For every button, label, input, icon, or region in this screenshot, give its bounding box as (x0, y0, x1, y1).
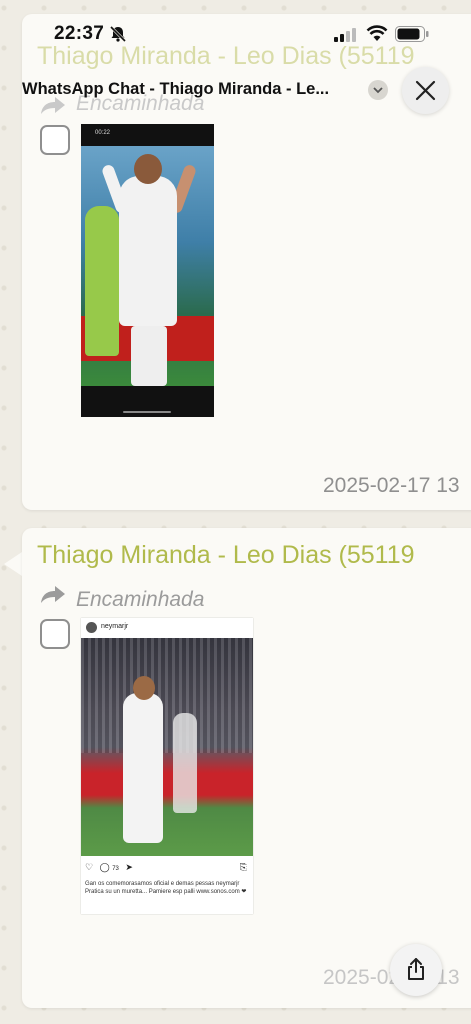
post-caption: Gan os comemorasamos oficial e demas pes… (85, 881, 247, 895)
player-head (133, 676, 155, 700)
select-checkbox[interactable] (40, 619, 70, 649)
bubble-tail (4, 552, 22, 576)
sender-name: Thiago Miranda - Leo Dias (55119 (37, 541, 415, 569)
comment-icon: ◯ (99, 862, 110, 872)
player-figure (123, 693, 163, 843)
post-photo (81, 638, 253, 856)
story-photo (81, 146, 214, 386)
message-timestamp: 2025-02-17 13 (323, 474, 460, 497)
like-count: 73 (112, 866, 119, 872)
stadium-crowd (81, 638, 253, 753)
status-time: 22:37 (54, 23, 105, 44)
send-icon: ➤ (125, 862, 133, 872)
player-figure (173, 713, 197, 813)
story-image[interactable]: 00:22 (81, 124, 214, 417)
select-checkbox[interactable] (40, 125, 70, 155)
preview-header (0, 62, 471, 118)
home-indicator (123, 411, 171, 413)
wifi-icon (366, 25, 388, 41)
story-time: 00:22 (95, 130, 111, 136)
post-header: neymarjr (81, 618, 253, 638)
forward-arrow-icon (41, 586, 65, 603)
post-username: neymarjr (101, 623, 129, 630)
player-legs (131, 326, 167, 386)
share-button[interactable] (390, 944, 442, 996)
bell-slash-icon (109, 25, 127, 43)
forwarded-label: Encaminhada (76, 588, 205, 611)
player-figure (119, 176, 177, 326)
player-head (134, 154, 162, 184)
battery-icon (395, 26, 429, 42)
story-status-bar: 00:22 (81, 124, 214, 146)
status-bar: 22:37 (0, 0, 471, 62)
share-icon (408, 958, 424, 980)
instagram-post-image[interactable]: neymarjr ♡ ◯ 73 ➤ ⎘ Gan os comemorasamos… (81, 618, 253, 914)
heart-icon: ♡ (85, 862, 94, 872)
signal-icon (334, 28, 356, 42)
post-actions: ♡ ◯ 73 ➤ ⎘ (85, 862, 249, 876)
bookmark-icon: ⎘ (239, 862, 247, 872)
referee-figure (85, 206, 119, 356)
avatar (86, 622, 97, 633)
